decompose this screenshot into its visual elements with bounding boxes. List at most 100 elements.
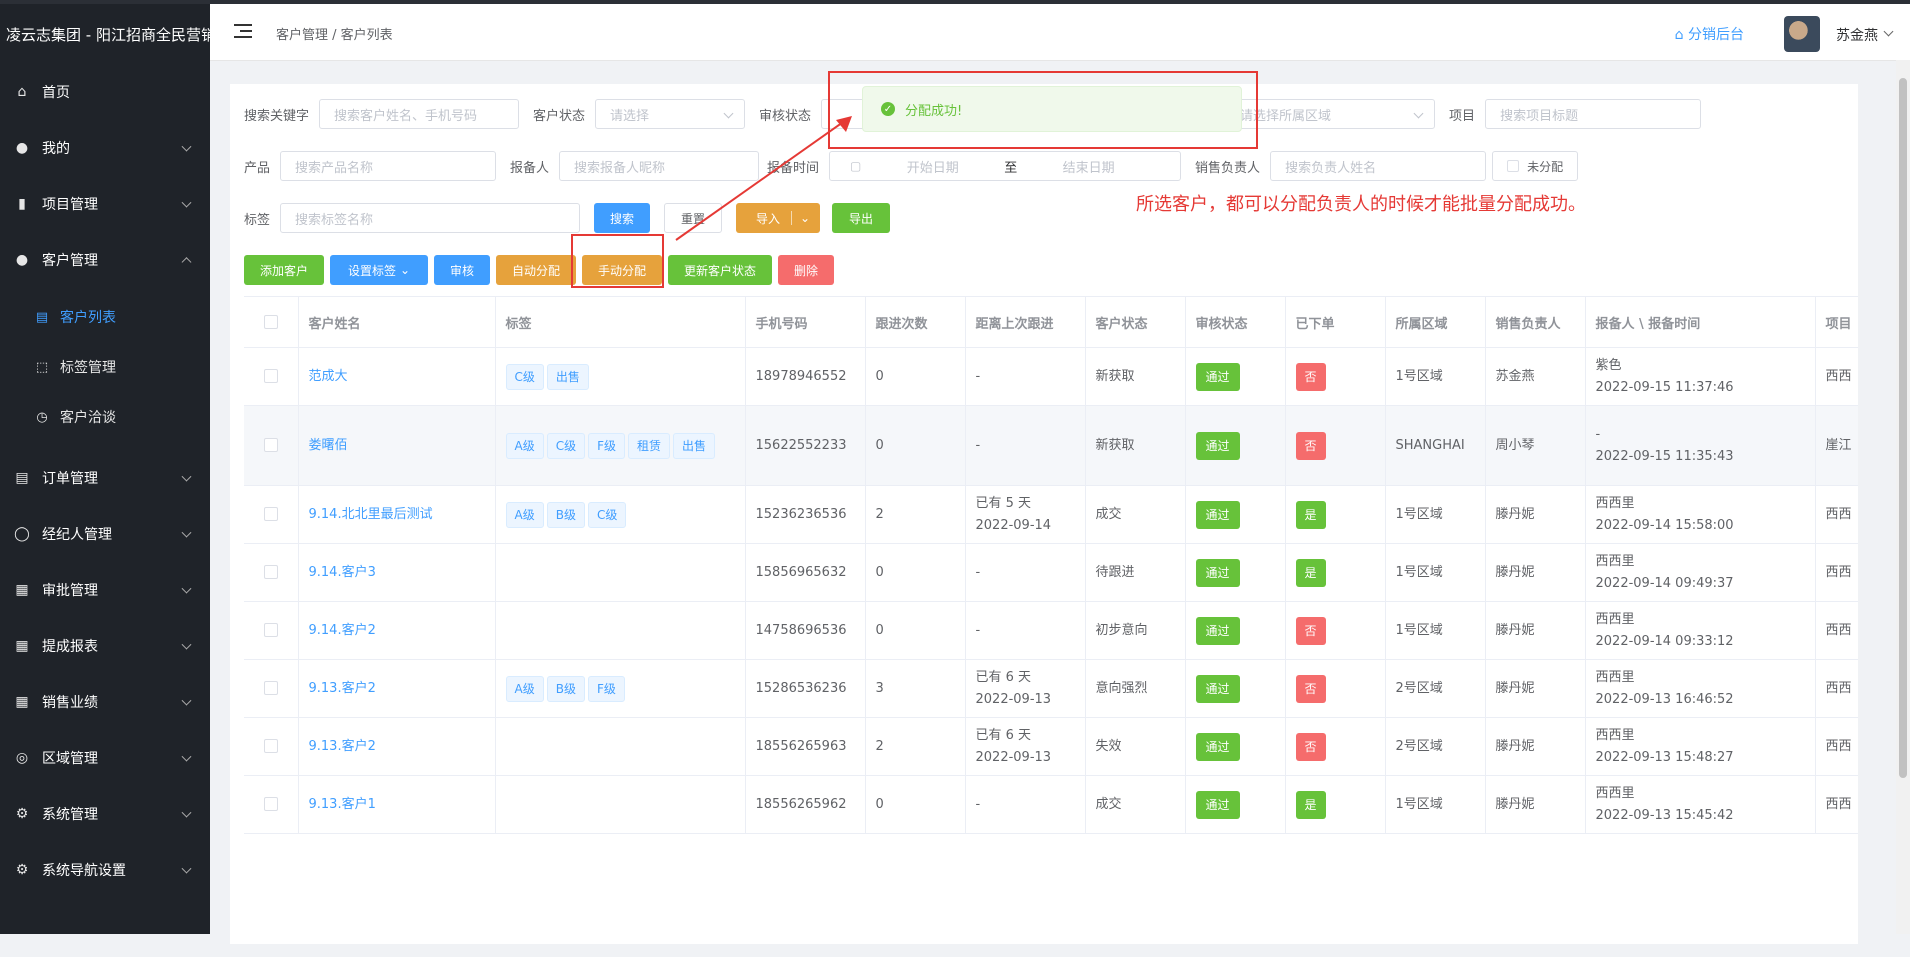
unassigned-checkbox[interactable]: 未分配	[1492, 151, 1579, 181]
last-follow-cell: 已有 6 天 2022-09-13	[965, 717, 1086, 776]
tag-badge: C级	[546, 432, 586, 459]
reporter-cell: - 2022-09-15 11:35:43	[1585, 405, 1816, 486]
customer-name-link[interactable]: 9.14.客户2	[309, 623, 376, 638]
reporter-name: 紫色	[1595, 357, 1622, 373]
set-tag-button[interactable]: 设置标签 ⌄	[330, 255, 428, 285]
report-date-range[interactable]: ▢ 开始日期 至 结束日期	[829, 151, 1182, 181]
chevron-down-icon	[181, 141, 192, 152]
sales-cell: 滕丹妮	[1485, 775, 1586, 834]
customer-name-link[interactable]: 9.14.客户3	[309, 565, 376, 580]
customer-name-link[interactable]: 9.13.客户2	[309, 681, 376, 696]
sidebar-item[interactable]: ▦ 审批管理	[0, 562, 210, 618]
customer-name-link[interactable]: 9.14.北北里最后测试	[309, 507, 433, 522]
sidebar-item[interactable]: ◎ 区域管理	[0, 730, 210, 786]
avatar[interactable]	[1784, 16, 1820, 52]
column-header: 标签	[495, 297, 746, 348]
tag-badge: 出售	[546, 363, 589, 390]
column-header: 所属区域	[1385, 297, 1486, 348]
checkbox-icon[interactable]	[263, 369, 278, 383]
sidebar-item[interactable]: ▮ 项目管理	[0, 176, 210, 232]
report-time: 2022-09-14 09:33:12	[1595, 633, 1734, 649]
status-select[interactable]: 请选择	[595, 99, 746, 129]
sidebar-item[interactable]: ◯ 经纪人管理	[0, 506, 210, 562]
last-follow-text: -	[975, 622, 981, 638]
sidebar-item[interactable]: ⌂ 首页	[0, 64, 210, 120]
auto-assign-button[interactable]: 自动分配	[496, 255, 576, 285]
checkbox-icon[interactable]	[263, 565, 278, 579]
reporter-name: -	[1595, 426, 1601, 442]
column-header: 距离上次跟进	[965, 297, 1086, 348]
review-button[interactable]: 审核	[434, 255, 490, 285]
select-all	[244, 297, 299, 348]
reset-button[interactable]: 重置	[664, 203, 723, 233]
reporter-name: 西西里	[1595, 495, 1635, 511]
grid-icon: ▦	[15, 582, 29, 598]
phone-cell: 15856965632	[745, 543, 866, 602]
update-status-button[interactable]: 更新客户状态	[668, 255, 772, 285]
page-scrollbar[interactable]	[1896, 60, 1910, 934]
checkbox-icon[interactable]	[263, 315, 278, 329]
submenu-item[interactable]: ⬚ 标签管理	[0, 342, 210, 392]
sidebar-item[interactable]: ⚙ 系统管理	[0, 786, 210, 842]
checkbox-icon[interactable]	[263, 623, 278, 637]
last-follow-text: -	[975, 796, 981, 812]
sidebar-item[interactable]: ▦ 提成报表	[0, 618, 210, 674]
search-button[interactable]: 搜索	[594, 203, 651, 233]
customer-name-link[interactable]: 9.13.客户2	[309, 739, 376, 754]
customer-name-link[interactable]: 9.13.客户1	[309, 797, 376, 812]
sales-input[interactable]: 搜索负责人姓名	[1270, 151, 1487, 181]
tag-badge: A级	[505, 432, 544, 459]
calendar-icon: ▢	[850, 159, 862, 173]
export-button[interactable]: 导出	[832, 203, 891, 233]
backend-link[interactable]: ⌂ 分销后台	[1675, 24, 1744, 44]
column-header: 销售负责人	[1485, 297, 1586, 348]
sidebar-item[interactable]: ⚙ 系统导航设置	[0, 842, 210, 898]
sidebar-item-label: 订单管理	[42, 471, 98, 487]
checkbox-icon[interactable]	[263, 739, 278, 753]
column-header: 已下单	[1285, 297, 1386, 348]
import-button[interactable]: 导入 ⌄	[736, 203, 821, 233]
customer-name-link[interactable]: 范成大	[309, 369, 348, 384]
submenu-item[interactable]: ▤ 客户列表	[0, 292, 210, 342]
checkbox-icon[interactable]	[263, 797, 278, 811]
review-status-cell: 通过	[1185, 347, 1286, 406]
checkbox-icon[interactable]	[263, 507, 278, 521]
submenu-item[interactable]: ◷ 客户洽谈	[0, 392, 210, 442]
sales-cell: 滕丹妮	[1485, 543, 1586, 602]
chevron-down-icon[interactable]: ⌄	[790, 211, 810, 225]
start-date: 开始日期	[906, 160, 959, 176]
product-input[interactable]: 搜索产品名称	[280, 151, 497, 181]
follow-count-cell: 0	[865, 543, 966, 602]
reporter-input[interactable]: 搜索报备人昵称	[559, 151, 760, 181]
phone-cell: 18556265962	[745, 775, 866, 834]
ordered-badge: 否	[1295, 431, 1326, 460]
list-icon: ▤	[35, 309, 49, 325]
annotation-text: 所选客户，都可以分配负责人的时候才能批量分配成功。	[1136, 194, 1586, 215]
region-cell: SHANGHAI	[1385, 405, 1486, 486]
project-input[interactable]: 搜索项目标题	[1485, 99, 1702, 129]
sidebar-item[interactable]: ● 客户管理	[0, 232, 210, 288]
keyword-input[interactable]: 搜索客户姓名、手机号码	[319, 99, 520, 129]
username[interactable]: 苏金燕	[1836, 25, 1878, 45]
review-status-badge: 通过	[1195, 431, 1240, 460]
scrollbar-thumb[interactable]	[1899, 78, 1907, 778]
delete-button[interactable]: 删除	[778, 255, 834, 285]
tag-input[interactable]: 搜索标签名称	[280, 203, 581, 233]
checkbox-icon[interactable]	[263, 681, 278, 695]
region-cell: 1号区域	[1385, 485, 1486, 544]
add-customer-button[interactable]: 添加客户	[244, 255, 324, 285]
review-status-cell: 通过	[1185, 405, 1286, 486]
customer-name-link[interactable]: 娄曙佰	[309, 438, 348, 453]
sidebar-item[interactable]: ▤ 订单管理	[0, 450, 210, 506]
ordered-badge: 否	[1295, 732, 1326, 761]
sidebar-item[interactable]: ▦ 销售业绩	[0, 674, 210, 730]
sidebar-item[interactable]: ● 我的	[0, 120, 210, 176]
chevron-down-icon[interactable]	[1883, 26, 1894, 37]
reporter-name: 西西里	[1595, 611, 1635, 627]
status-label: 客户状态	[533, 108, 586, 124]
row-select-cell	[244, 717, 299, 776]
manual-assign-highlight-box	[571, 234, 664, 288]
reporter-cell: 西西里 2022-09-13 15:48:27	[1585, 717, 1816, 776]
checkbox-icon[interactable]	[263, 438, 278, 452]
menu-toggle-icon[interactable]	[234, 24, 252, 38]
